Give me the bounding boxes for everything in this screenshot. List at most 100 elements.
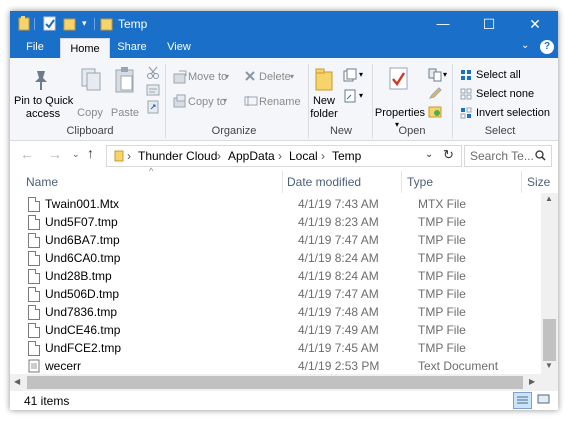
chevron-down-icon: ▾ [443, 70, 448, 79]
file-row[interactable]: Und7836.tmp 4/1/19 7:48 AM TMP File [20, 303, 542, 321]
open-icon[interactable] [428, 68, 442, 82]
organize-group-label: Organize [211, 125, 257, 137]
address-dropdown-icon[interactable]: ⌄ [425, 149, 433, 160]
move-to-button[interactable]: Move to [188, 71, 227, 84]
scrollbar-thumb[interactable] [27, 376, 523, 389]
ribbon-tabs: File Home Share View ⌄ ? [10, 37, 558, 59]
file-type: MTX File [418, 197, 466, 211]
paste-button[interactable]: Paste [108, 107, 142, 120]
new-folder-button[interactable]: New folder [308, 95, 340, 121]
address-bar[interactable]: › Thunder Cloud › AppData › Local › Temp… [106, 145, 462, 167]
maximize-button[interactable]: ☐ [466, 11, 512, 37]
horizontal-scrollbar[interactable]: ◀ ▶ [10, 374, 541, 391]
file-date: 4/1/19 7:45 AM [298, 341, 379, 355]
file-row[interactable]: UndCE46.tmp 4/1/19 7:49 AM TMP File [20, 321, 542, 339]
chevron-down-icon: ▾ [223, 96, 228, 105]
column-header-date-modified[interactable]: Date modified [287, 171, 361, 193]
divider [94, 18, 95, 30]
breadcrumb-item[interactable]: Thunder Cloud [138, 149, 217, 163]
window-title: Temp [118, 17, 148, 31]
chevron-down-icon[interactable]: ▾ [82, 18, 87, 34]
copy-button[interactable]: Copy [74, 107, 106, 120]
search-box[interactable]: Search Te... [464, 145, 552, 167]
scroll-down-arrow[interactable]: ▼ [545, 361, 553, 370]
back-button[interactable]: ← [20, 146, 34, 162]
new-folder-label-line1: New [312, 95, 335, 107]
file-row[interactable]: wecerr 4/1/19 2:53 PM Text Document [20, 357, 542, 375]
file-icon [28, 215, 40, 230]
rename-icon [244, 96, 258, 106]
breadcrumb-item[interactable]: Temp [332, 149, 361, 163]
edit-icon[interactable] [428, 86, 442, 100]
breadcrumb-item[interactable]: Local [289, 149, 318, 163]
refresh-icon[interactable]: ↻ [443, 147, 454, 163]
breadcrumb-item[interactable]: AppData [228, 149, 275, 163]
tab-view[interactable]: View [156, 37, 202, 58]
item-count: 41 items [24, 394, 70, 408]
file-row[interactable]: Und506D.tmp 4/1/19 7:47 AM TMP File [20, 285, 542, 303]
scroll-up-arrow[interactable]: ▲ [545, 194, 553, 203]
select-all-button[interactable]: Select all [476, 69, 521, 82]
help-icon[interactable]: ? [540, 40, 554, 54]
file-row[interactable]: Und6CA0.tmp 4/1/19 8:24 AM TMP File [20, 249, 542, 267]
pin-label-line2: access [25, 108, 61, 120]
select-group-label: Select [484, 125, 516, 137]
pin-to-quick-access-button[interactable]: Pin to Quick access [14, 95, 73, 121]
column-header-type[interactable]: Type [407, 171, 433, 193]
file-icon [28, 341, 40, 356]
expand-ribbon-icon[interactable]: ⌄ [521, 40, 529, 51]
invert-selection-icon [460, 107, 472, 119]
large-icons-view-button[interactable] [535, 392, 552, 407]
file-date: 4/1/19 7:49 AM [298, 323, 379, 337]
properties-icon[interactable] [43, 16, 57, 32]
rename-button[interactable]: Rename [259, 96, 301, 109]
file-row[interactable]: Twain001.Mtx 4/1/19 7:43 AM MTX File [20, 195, 542, 213]
select-none-button[interactable]: Select none [476, 88, 534, 101]
new-group-label: New [329, 125, 352, 137]
tab-home[interactable]: Home [60, 38, 110, 59]
vertical-scrollbar[interactable]: ▲ ▼ [541, 193, 558, 374]
new-item-icon[interactable] [343, 68, 357, 82]
search-input[interactable]: Search Te... [470, 149, 534, 163]
chevron-down-icon: ▾ [359, 70, 364, 79]
scroll-right-arrow[interactable]: ▶ [529, 377, 535, 386]
close-button[interactable]: ✕ [512, 11, 558, 37]
invert-selection-button[interactable]: Invert selection [476, 107, 550, 120]
copy-path-icon[interactable] [146, 84, 160, 96]
column-divider[interactable] [282, 171, 283, 193]
delete-button[interactable]: Delete [259, 71, 291, 84]
details-view-button[interactable] [513, 392, 532, 409]
column-header-size[interactable]: Size [527, 171, 550, 193]
column-header-name[interactable]: Name [26, 171, 58, 193]
file-row[interactable]: UndFCE2.tmp 4/1/19 7:45 AM TMP File [20, 339, 542, 357]
up-button[interactable]: ↑ [87, 145, 94, 161]
search-icon[interactable] [535, 150, 546, 161]
scrollbar-thumb[interactable] [543, 319, 556, 361]
sort-ascending-icon: ^ [149, 166, 154, 176]
minimize-button[interactable]: — [420, 11, 466, 37]
file-row[interactable]: Und6BA7.tmp 4/1/19 7:47 AM TMP File [20, 231, 542, 249]
copy-to-button[interactable]: Copy to [188, 96, 226, 109]
tab-file[interactable]: File [10, 37, 60, 58]
scroll-left-arrow[interactable]: ◀ [14, 377, 20, 386]
folder-icon [18, 16, 30, 31]
tab-share[interactable]: Share [109, 37, 155, 58]
file-row[interactable]: Und5F07.tmp 4/1/19 8:23 AM TMP File [20, 213, 542, 231]
status-bar: 41 items [10, 391, 558, 410]
column-divider[interactable] [401, 171, 402, 193]
file-row[interactable]: Und28B.tmp 4/1/19 8:24 AM TMP File [20, 267, 542, 285]
recent-locations-icon[interactable]: ⌄ [72, 149, 80, 160]
paste-shortcut-icon[interactable] [146, 100, 160, 114]
new-folder-icon [315, 68, 333, 91]
file-name: Und5F07.tmp [45, 215, 118, 229]
new-folder-icon[interactable] [63, 16, 77, 32]
forward-button[interactable]: → [48, 146, 62, 162]
column-divider[interactable] [521, 171, 522, 193]
history-icon[interactable] [428, 104, 442, 118]
properties-icon [389, 67, 408, 90]
cut-icon[interactable] [146, 66, 160, 80]
file-icon [28, 323, 40, 338]
scrollbar-corner [541, 374, 558, 391]
properties-button[interactable]: Properties [374, 107, 426, 120]
easy-access-icon[interactable] [343, 89, 357, 103]
